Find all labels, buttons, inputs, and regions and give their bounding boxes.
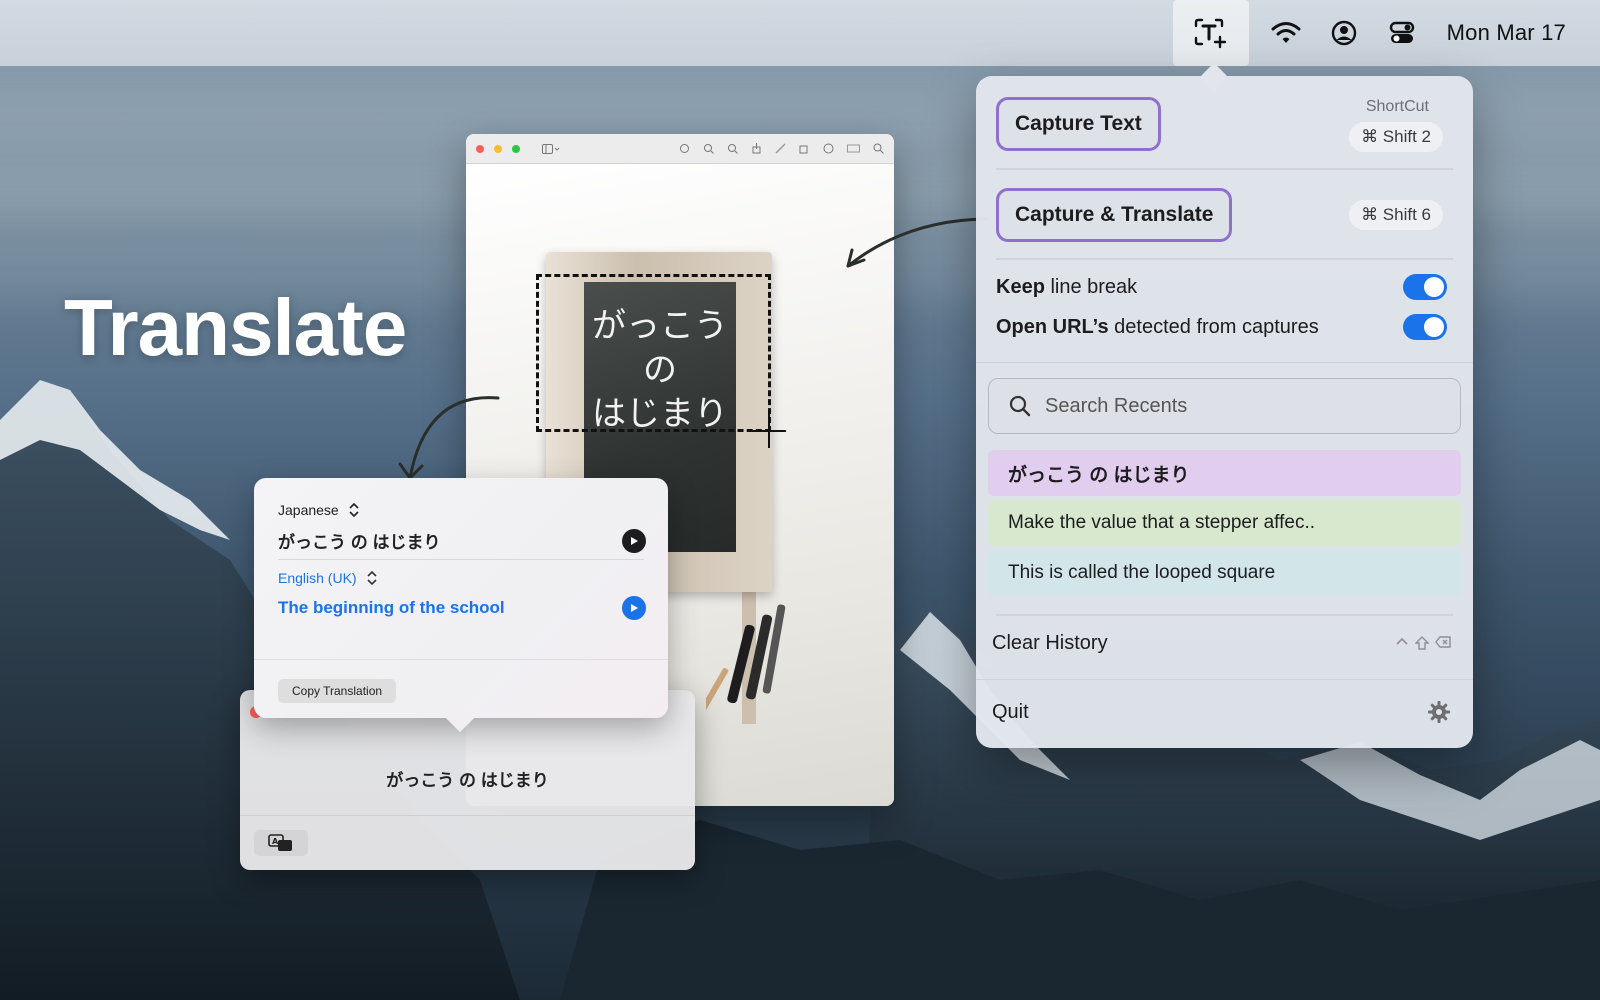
wifi-icon[interactable] (1257, 0, 1315, 66)
recent-item[interactable]: This is called the looped square (988, 550, 1461, 596)
hero-title: Translate (64, 283, 407, 372)
user-icon[interactable] (1315, 0, 1373, 66)
open-urls-row: Open URL’s detected from captures (996, 314, 1447, 340)
quit-label: Quit (992, 700, 1029, 723)
app-menu-panel: Capture Text ShortCut ⌘ Shift 2 Capture … (976, 76, 1473, 748)
form-icon[interactable] (847, 143, 860, 154)
label-rest: line break (1044, 275, 1138, 298)
translation-popover: Japanese がっこう の はじまり English (UK) The be… (254, 478, 668, 718)
clear-history-item[interactable]: Clear History (992, 622, 1451, 664)
markup-icon[interactable] (775, 143, 786, 154)
divider (240, 815, 695, 816)
pens-illustration (706, 604, 786, 731)
open-urls-label: Open URL’s detected from captures (996, 316, 1319, 339)
divider (976, 679, 1473, 680)
control-center-icon[interactable] (1373, 0, 1431, 66)
capture-translate-button[interactable]: Capture & Translate (996, 188, 1233, 242)
arrow-to-popover (398, 396, 500, 480)
menu-bar: Mon Mar 17 (0, 0, 1600, 66)
crosshair-cursor (752, 430, 786, 432)
delete-key-icon (1435, 636, 1451, 648)
label-bold: Open URL’s (996, 315, 1109, 338)
divider (996, 258, 1453, 260)
play-source-button[interactable] (622, 528, 646, 553)
recent-item[interactable]: がっこう の はじまり (988, 450, 1461, 496)
minimize-window-button[interactable] (494, 144, 502, 153)
open-urls-toggle[interactable] (1403, 314, 1447, 340)
source-language-label: Japanese (278, 502, 339, 518)
source-language-selector[interactable]: Japanese (278, 502, 359, 518)
zoom-out-icon[interactable] (703, 143, 714, 154)
translate-button[interactable]: A (254, 830, 308, 856)
target-language-label: English (UK) (278, 570, 357, 586)
divider (976, 362, 1473, 363)
divider (278, 559, 644, 560)
label-rest: detected from captures (1108, 315, 1319, 338)
gear-icon[interactable] (1427, 700, 1451, 724)
play-translation-button[interactable] (622, 596, 646, 620)
share-icon[interactable] (751, 143, 762, 154)
label-bold: Keep (996, 275, 1045, 298)
annotate-icon[interactable] (823, 143, 834, 154)
translated-text: The beginning of the school (278, 598, 505, 617)
search-recents-field[interactable]: Search Recents (988, 378, 1461, 434)
search-icon (1009, 395, 1031, 417)
translate-icon: A (268, 834, 292, 851)
divider (996, 614, 1453, 616)
capture-text-button[interactable]: Capture Text (996, 97, 1161, 151)
preview-toolbar (466, 134, 894, 164)
shift-key-icon (1415, 636, 1429, 650)
rotate-icon[interactable] (679, 143, 690, 154)
recent-item[interactable]: Make the value that a stepper affec.. (988, 500, 1461, 546)
clear-history-label: Clear History (992, 631, 1108, 654)
keep-line-break-label: Keep line break (996, 276, 1137, 299)
keep-line-break-row: Keep line break (996, 274, 1447, 300)
sidebar-toggle-icon[interactable] (542, 143, 560, 154)
shortcut-header: ShortCut (1365, 98, 1429, 115)
chevron-up-down-icon (367, 570, 377, 586)
capture-text-shortcut: ⌘ Shift 2 (1349, 122, 1443, 152)
control-key-icon (1396, 637, 1408, 645)
divider (996, 168, 1453, 170)
play-icon (631, 604, 638, 612)
clear-history-shortcut (1395, 636, 1451, 650)
target-language-selector[interactable]: English (UK) (278, 570, 377, 586)
crop-icon[interactable] (799, 143, 810, 154)
capture-selection-rectangle[interactable] (536, 274, 771, 432)
chevron-up-down-icon (349, 502, 359, 518)
search-icon[interactable] (873, 143, 884, 154)
captured-text: がっこう の はじまり (386, 771, 549, 790)
search-placeholder: Search Recents (1045, 394, 1188, 417)
source-text: がっこう の はじまり (278, 533, 441, 552)
target-text-row: The beginning of the school (278, 596, 646, 620)
close-window-button[interactable] (476, 144, 484, 153)
capture-translate-shortcut: ⌘ Shift 6 (1349, 200, 1443, 230)
keep-line-break-toggle[interactable] (1403, 274, 1447, 300)
source-text-row: がっこう の はじまり (278, 528, 646, 553)
copy-translation-button[interactable]: Copy Translation (278, 679, 397, 703)
text-capture-icon[interactable] (1172, 0, 1249, 66)
arrow-to-selection (846, 217, 988, 268)
menu-bar-clock[interactable]: Mon Mar 17 (1447, 20, 1566, 46)
play-icon (631, 536, 638, 545)
zoom-in-icon[interactable] (727, 143, 738, 154)
divider (254, 659, 668, 660)
quit-item[interactable]: Quit (992, 690, 1451, 734)
zoom-window-button[interactable] (512, 144, 520, 153)
svg-text:A: A (272, 837, 279, 846)
